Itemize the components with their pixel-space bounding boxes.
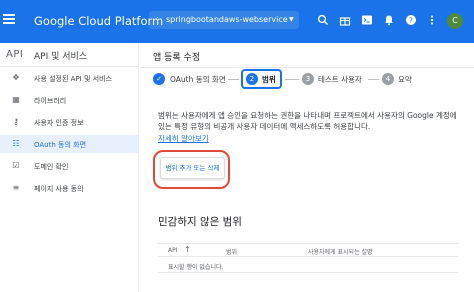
learn-more-link[interactable]: 자세히 알아보기 bbox=[158, 133, 209, 144]
add-remove-scopes-button[interactable]: 범위 추가 또는 삭제 bbox=[160, 157, 225, 179]
column-header-scope: 범위 bbox=[226, 249, 238, 256]
step-label-scopes[interactable]: 범위 bbox=[262, 74, 276, 85]
search-icon[interactable] bbox=[317, 14, 329, 26]
sidebar: API API 및 서비스 ✥ 사용 설정된 API 및 서비스 ▦ 라이브러리… bbox=[0, 43, 139, 292]
sidebar-item-label: 페이지 사용 동의 bbox=[34, 185, 84, 193]
step-connector bbox=[368, 79, 379, 80]
step-label-test-users[interactable]: 테스트 사용자 bbox=[318, 74, 362, 85]
sidebar-item-page-usage[interactable]: ≡ 페이지 사용 동의 bbox=[0, 179, 138, 197]
alert-icon[interactable] bbox=[383, 14, 395, 26]
app-title[interactable]: Google Cloud Platform bbox=[34, 14, 163, 28]
project-selector[interactable]: ⁘ springbootandaws-webservice ▼ bbox=[149, 11, 299, 29]
project-name: springbootandaws-webservice bbox=[166, 15, 288, 24]
scopes-description: 범위는 사용자에게 앱 승인을 요청하는 권한을 나타내며 프로젝트에서 사용자… bbox=[158, 111, 457, 131]
step-complete-check-icon[interactable]: ✓ bbox=[153, 73, 165, 85]
section-title-non-sensitive: 민감하지 않은 범위 bbox=[158, 216, 242, 228]
project-dots-icon: ⁘ bbox=[154, 15, 161, 24]
sidebar-header: API API 및 서비스 bbox=[0, 43, 139, 67]
sidebar-item-oauth-consent[interactable]: ☷ OAuth 동의 화면 bbox=[0, 135, 138, 153]
settings-list-icon: ≡ bbox=[12, 183, 20, 192]
sidebar-item-label: 라이브러리 bbox=[34, 97, 67, 105]
consent-icon: ☷ bbox=[12, 139, 20, 148]
gift-icon[interactable] bbox=[339, 14, 351, 26]
chevron-down-icon: ▼ bbox=[289, 16, 294, 23]
column-header-description: 사용자에게 표시되는 설명 bbox=[308, 249, 373, 256]
sidebar-item-enabled-apis[interactable]: ✥ 사용 설정된 API 및 서비스 bbox=[0, 69, 138, 87]
sidebar-title: API 및 서비스 bbox=[34, 52, 88, 62]
step-number-3[interactable]: 3 bbox=[302, 73, 314, 85]
more-vert-icon[interactable] bbox=[426, 14, 438, 26]
checkbox-icon: ☑ bbox=[12, 161, 20, 170]
empty-table-message: 표시할 행이 없습니다. bbox=[168, 264, 224, 271]
table-header: API ↑ 범위 사용자에게 표시되는 설명 bbox=[158, 243, 458, 257]
key-icon: ⚷ bbox=[13, 117, 19, 126]
arrow-up-icon[interactable]: ↑ bbox=[184, 245, 191, 254]
top-app-bar: Google Cloud Platform ⁘ springbootandaws… bbox=[0, 0, 474, 43]
avatar[interactable]: C bbox=[447, 13, 463, 29]
hamburger-menu-icon[interactable] bbox=[3, 14, 15, 24]
step-label-summary[interactable]: 요약 bbox=[398, 74, 412, 85]
step-connector bbox=[228, 79, 239, 80]
sidebar-item-label: 도메인 확인 bbox=[34, 163, 69, 171]
sidebar-item-label: 사용 설정된 API 및 서비스 bbox=[34, 75, 112, 83]
move-icon: ✥ bbox=[12, 73, 20, 82]
divider bbox=[158, 272, 458, 273]
page-title: 앱 등록 수정 bbox=[153, 53, 201, 63]
step-number-2[interactable]: 2 bbox=[246, 73, 258, 85]
step-number-4[interactable]: 4 bbox=[382, 73, 394, 85]
library-icon: ▦ bbox=[12, 95, 20, 104]
step-label-oauth[interactable]: OAuth 동의 화면 bbox=[170, 74, 226, 85]
sidebar-item-domain-verification[interactable]: ☑ 도메인 확인 bbox=[0, 157, 138, 175]
sidebar-item-label: 사용자 인증 정보 bbox=[34, 119, 84, 127]
api-logo: API bbox=[6, 49, 24, 60]
sidebar-item-credentials[interactable]: ⚷ 사용자 인증 정보 bbox=[0, 113, 138, 131]
terminal-icon[interactable] bbox=[361, 14, 373, 26]
step-connector bbox=[285, 79, 299, 80]
sidebar-item-library[interactable]: ▦ 라이브러리 bbox=[0, 91, 138, 109]
sidebar-item-label: OAuth 동의 화면 bbox=[34, 141, 87, 149]
main-content: 앱 등록 수정 ✓ OAuth 동의 화면 2 범위 3 테스트 사용자 4 요… bbox=[140, 43, 474, 292]
column-header-api[interactable]: API bbox=[168, 247, 178, 254]
stepper: ✓ OAuth 동의 화면 2 범위 3 테스트 사용자 4 요약 bbox=[140, 68, 474, 100]
svg-text:?: ? bbox=[409, 17, 413, 25]
help-icon[interactable]: ? bbox=[405, 14, 417, 26]
scopes-table: API ↑ 범위 사용자에게 표시되는 설명 표시할 행이 없습니다. bbox=[158, 243, 458, 273]
